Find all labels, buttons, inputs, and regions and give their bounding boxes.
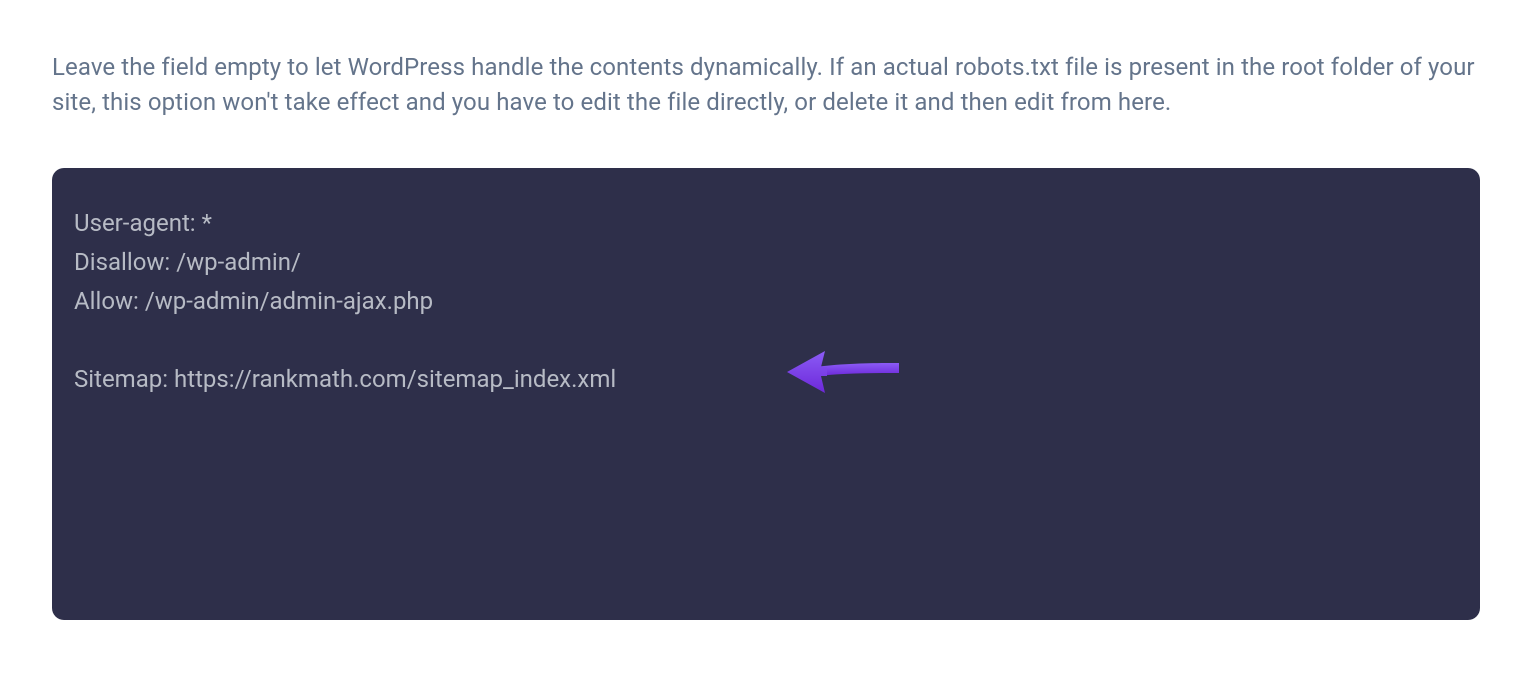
field-description: Leave the field empty to let WordPress h… (52, 50, 1480, 120)
robots-txt-editor[interactable] (52, 168, 1480, 620)
editor-container (52, 168, 1480, 624)
